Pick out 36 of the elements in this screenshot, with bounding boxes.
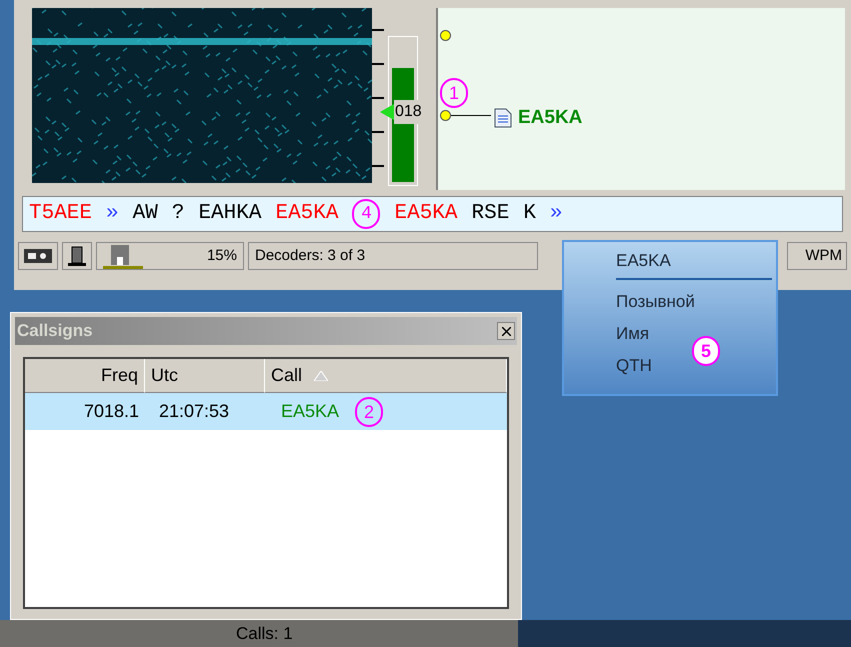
- decoded-word: ?: [172, 201, 184, 228]
- decoded-word: EAHKA: [198, 201, 262, 228]
- close-button[interactable]: [497, 322, 515, 340]
- decoded-word: »: [106, 201, 119, 228]
- decoded-word: K: [523, 201, 536, 228]
- window-title: Callsigns: [17, 320, 93, 342]
- scale-reading: 018: [394, 100, 423, 124]
- menu-header: EA5KA: [616, 250, 672, 272]
- menu-item[interactable]: Позывной: [616, 286, 772, 318]
- connector-line: [451, 115, 491, 116]
- close-icon: [502, 326, 510, 336]
- pillar-icon: [67, 245, 87, 267]
- column-label: Utc: [151, 364, 178, 387]
- station-callsign: EA5KA: [518, 106, 582, 130]
- decoders-count: Decoders: 3 of 3: [255, 246, 366, 266]
- calls-count: Calls: 1: [236, 622, 293, 645]
- freq-cell-text: 7018.1: [82, 400, 140, 423]
- document-icon: [494, 108, 512, 128]
- decoded-word: EA5KA: [394, 201, 458, 228]
- pointer-icon: [380, 104, 394, 120]
- decoded-word: »: [550, 201, 563, 228]
- decoded-word: AW: [132, 201, 158, 228]
- column-label: Freq: [100, 364, 138, 387]
- device-toolbar-button[interactable]: [18, 242, 58, 270]
- card-icon: [23, 248, 53, 264]
- filter-toolbar-button[interactable]: [62, 242, 92, 270]
- decoded-word: RSE: [472, 201, 510, 228]
- chip-icon: [103, 243, 143, 269]
- callsign-row[interactable]: 7018.1 21:07:53 EA5KA 2: [25, 393, 507, 430]
- cpu-percent: 15%: [206, 246, 237, 266]
- column-label: Call: [271, 364, 302, 387]
- call-cell-text: EA5KA: [280, 400, 340, 423]
- decoded-word: T5AEE: [29, 201, 92, 228]
- utc-cell-text: 21:07:53: [158, 400, 230, 423]
- decoded-word: EA5KA: [275, 201, 338, 228]
- speed-unit: WPM: [805, 246, 842, 266]
